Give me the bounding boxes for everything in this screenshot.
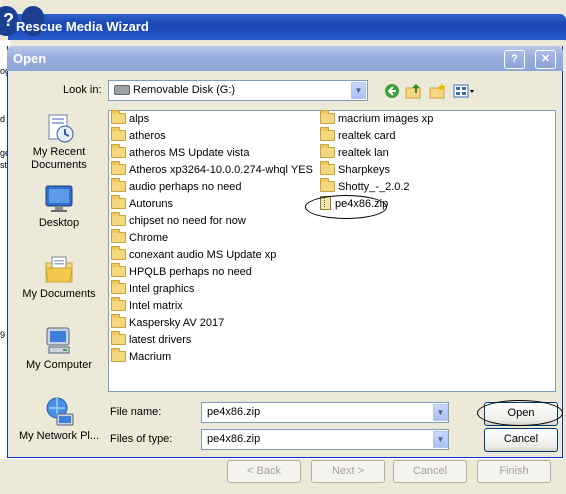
place-my-recent-documents[interactable]: My Recent Documents bbox=[13, 112, 105, 172]
wizard-next-button[interactable]: Next > bbox=[311, 460, 385, 483]
file-type-label: Files of type: bbox=[110, 433, 173, 445]
folder-icon bbox=[111, 246, 126, 260]
place-my-documents[interactable]: My Documents bbox=[13, 254, 105, 301]
back-icon[interactable] bbox=[383, 83, 401, 99]
wizard-finish-button[interactable]: Finish bbox=[477, 460, 551, 483]
my-documents-icon bbox=[43, 254, 75, 286]
folder-icon bbox=[111, 331, 126, 345]
wizard-back-button[interactable]: < Back bbox=[227, 460, 301, 483]
list-item[interactable]: chipset no need for now bbox=[111, 212, 313, 230]
place-label: My Recent Documents bbox=[31, 146, 87, 171]
folder-icon bbox=[320, 178, 335, 192]
list-item[interactable]: Intel graphics bbox=[111, 280, 313, 298]
my-computer-icon bbox=[43, 325, 75, 357]
folder-icon bbox=[111, 161, 126, 175]
folder-icon bbox=[111, 127, 126, 141]
file-name-value: pe4x86.zip bbox=[207, 406, 261, 418]
file-type-dropdown-icon[interactable]: ▼ bbox=[433, 431, 448, 448]
place-my-computer[interactable]: My Computer bbox=[13, 325, 105, 372]
list-item[interactable]: macrium images xp bbox=[320, 110, 433, 128]
list-item[interactable]: Kaspersky AV 2017 bbox=[111, 314, 313, 332]
place-label: My Computer bbox=[25, 359, 93, 371]
folder-icon bbox=[111, 144, 126, 158]
list-item[interactable]: alps bbox=[111, 110, 313, 128]
list-item[interactable]: realtek lan bbox=[320, 144, 433, 162]
place-label: My Network Pl... bbox=[18, 430, 100, 442]
list-item[interactable]: latest drivers bbox=[111, 331, 313, 349]
folder-icon bbox=[320, 144, 335, 158]
removable-disk-icon bbox=[114, 85, 130, 95]
highlight-ellipse-zip bbox=[305, 195, 387, 219]
place-desktop[interactable]: Desktop bbox=[13, 183, 105, 230]
file-name-dropdown-icon[interactable]: ▼ bbox=[433, 404, 448, 421]
folder-icon bbox=[111, 178, 126, 192]
file-name-label: File name: bbox=[110, 406, 162, 418]
list-item[interactable]: HPQLB perhaps no need bbox=[111, 263, 313, 281]
folder-icon bbox=[111, 314, 126, 328]
list-item[interactable]: Atheros xp3264-10.0.0.274-whql YES bbox=[111, 161, 313, 179]
open-dialog-titlebar[interactable] bbox=[7, 46, 563, 71]
cancel-button[interactable]: Cancel bbox=[484, 428, 558, 452]
look-in-value: Removable Disk (G:) bbox=[133, 84, 236, 96]
file-type-value: pe4x86.zip bbox=[207, 433, 261, 445]
desktop-icon bbox=[43, 183, 75, 215]
look-in-label: Look in: bbox=[63, 84, 102, 96]
wizard-text-fragment: st bbox=[0, 160, 8, 170]
folder-icon bbox=[111, 297, 126, 311]
wizard-text-fragment: d bbox=[0, 114, 6, 124]
list-item[interactable]: audio perhaps no need bbox=[111, 178, 313, 196]
views-menu-icon[interactable] bbox=[453, 83, 477, 99]
help-button[interactable]: ? bbox=[504, 50, 525, 69]
up-folder-icon[interactable] bbox=[405, 83, 423, 99]
highlight-ellipse-open bbox=[477, 400, 563, 426]
folder-icon bbox=[111, 280, 126, 294]
list-item[interactable]: Autoruns bbox=[111, 195, 313, 213]
folder-icon bbox=[111, 348, 126, 362]
folder-icon bbox=[111, 263, 126, 277]
list-item[interactable]: Chrome bbox=[111, 229, 313, 247]
list-item[interactable]: Intel matrix bbox=[111, 297, 313, 315]
place-my-network[interactable]: My Network Pl... bbox=[13, 396, 105, 450]
folder-icon bbox=[320, 110, 335, 124]
folder-icon bbox=[320, 127, 335, 141]
list-item[interactable]: Sharpkeys bbox=[320, 161, 433, 179]
place-label: Desktop bbox=[38, 217, 80, 229]
wizard-text-fragment: 9 bbox=[0, 330, 6, 340]
wizard-title: Rescue Media Wizard bbox=[16, 19, 149, 34]
dialog-title: Open bbox=[13, 51, 47, 66]
list-item[interactable]: Shotty_-_2.0.2 bbox=[320, 178, 433, 196]
list-item[interactable]: conexant audio MS Update xp bbox=[111, 246, 313, 264]
list-item[interactable]: atheros bbox=[111, 127, 313, 145]
wizard-cancel-button[interactable]: Cancel bbox=[393, 460, 467, 483]
wizard-help-glyph: ? bbox=[3, 10, 14, 30]
file-list-column-1: alps atheros atheros MS Update vista Ath… bbox=[111, 110, 313, 366]
list-item[interactable]: Macrium bbox=[111, 348, 313, 366]
wizard-divider bbox=[0, 458, 566, 459]
folder-icon bbox=[111, 195, 126, 209]
folder-icon bbox=[320, 161, 335, 175]
my-network-icon bbox=[43, 396, 75, 428]
recent-documents-icon bbox=[43, 112, 75, 144]
folder-icon bbox=[111, 212, 126, 226]
list-item[interactable]: realtek card bbox=[320, 127, 433, 145]
place-label: My Documents bbox=[22, 288, 96, 300]
look-in-dropdown-icon[interactable]: ▼ bbox=[351, 82, 366, 99]
close-button[interactable]: ✕ bbox=[535, 50, 556, 69]
folder-icon bbox=[111, 110, 126, 124]
folder-icon bbox=[111, 229, 126, 243]
list-item[interactable]: atheros MS Update vista bbox=[111, 144, 313, 162]
new-folder-icon[interactable] bbox=[429, 83, 447, 99]
